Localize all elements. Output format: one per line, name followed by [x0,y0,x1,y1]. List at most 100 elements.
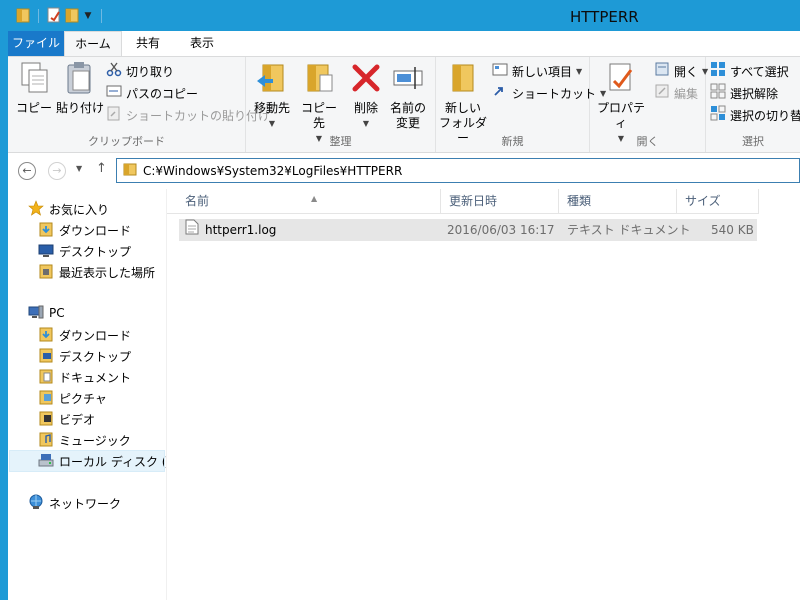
paste-shortcut-icon [106,105,122,127]
new-folder-icon [438,61,488,99]
select-none-button[interactable]: 選択解除 [710,83,779,105]
nav-pc-desktop[interactable]: デスクトップ [38,346,131,366]
header-divider [167,213,759,214]
ribbon: コピー 貼り付け 切り取り パスのコピー ショートカットの貼り付け クリップボー… [8,56,800,153]
delete-x-icon [350,61,382,99]
sort-ascending-icon: ▲ [311,194,318,203]
nav-label: ダウンロード [59,223,132,238]
invert-selection-button[interactable]: 選択の切り替え [710,105,800,127]
nav-fav-downloads[interactable]: ダウンロード [38,220,131,240]
tab-share[interactable]: 共有 [128,31,168,56]
nav-label: ローカル ディスク (C:) [59,454,184,469]
documents-folder-icon [38,368,54,387]
rename-label-1: 名前の [389,101,426,115]
copy-label: コピー [15,101,52,115]
videos-folder-icon [38,410,54,429]
nav-fav-desktop[interactable]: デスクトップ [38,241,131,261]
address-input[interactable] [143,163,743,178]
network-icon [28,494,44,513]
rename-label-2: 変更 [395,116,420,130]
select-all-icon [710,61,726,83]
edit-label: 編集 [674,87,699,101]
column-header-type[interactable]: 種類 [559,189,677,213]
move-to-label: 移動先 [253,101,290,115]
nav-fav-recent[interactable]: 最近表示した場所 [38,262,155,282]
open-button[interactable]: 開く ▼ [654,62,708,82]
address-bar[interactable] [116,158,800,183]
back-button[interactable]: ← [18,162,36,180]
tab-file[interactable]: ファイル [8,31,64,56]
file-name: httperr1.log [205,223,277,237]
paste-label: 貼り付け [56,101,105,115]
group-new: 新しい フォルダー 新しい項目 ▼ ショートカット ▼ 新規 [436,57,606,152]
select-none-label: 選択解除 [730,87,779,101]
nav-pc-documents[interactable]: ドキュメント [38,367,131,387]
paste-button[interactable]: 貼り付け [56,61,104,116]
table-row[interactable]: httperr1.log 2016/06/03 16:17 テキスト ドキュメン… [179,219,757,241]
scissors-icon [106,61,122,83]
dropdown-arrow-icon: ▼ [362,119,370,128]
nav-pc-music[interactable]: ミュージック [38,430,131,450]
column-header-modified[interactable]: 更新日時 [441,189,559,213]
nav-favorites[interactable]: お気に入り [28,199,109,219]
nav-label: PC [49,306,65,320]
column-header-name[interactable]: ▲ 名前 [177,189,441,213]
column-header-label: 種類 [567,194,592,208]
move-to-button[interactable]: 移動先 ▼ [250,61,294,131]
nav-pc-videos[interactable]: ビデオ [38,409,95,429]
properties-icon[interactable] [47,7,61,26]
up-arrow-icon[interactable]: ↑ [96,161,107,176]
nav-label: ビデオ [59,412,96,427]
rename-button[interactable]: 名前の 変更 [388,61,428,131]
file-list: ▲ 名前 更新日時 種類 サイズ httperr1.log 2016/06/03… [166,189,800,600]
column-header-size[interactable]: サイズ [677,189,759,213]
folder-icon [16,7,30,26]
group-open: プロパティ ▼ 開く ▼ 編集 開く [590,57,708,152]
edit-button[interactable]: 編集 [654,84,698,104]
new-folder-icon[interactable] [65,7,79,26]
dropdown-arrow-icon: ▼ [576,67,583,76]
download-folder-icon [38,221,54,240]
open-label: 開く [674,65,699,79]
text-file-icon [185,219,199,242]
back-arrow-icon: ← [22,164,32,177]
copy-path-icon [106,83,122,105]
file-size: 540 KB [711,223,754,237]
drive-icon [38,452,54,471]
new-item-button[interactable]: 新しい項目 ▼ [492,62,582,82]
delete-label: 削除 [353,101,378,115]
nav-label: デスクトップ [59,244,132,259]
nav-label: ミュージック [59,433,131,448]
nav-pc-downloads[interactable]: ダウンロード [38,325,131,345]
separator [101,9,102,23]
pc-icon [28,304,44,323]
window-title: HTTPERR [570,8,639,26]
select-none-icon [710,83,726,105]
copy-to-label: コピー先 [300,101,337,130]
quick-access-toolbar: ▼ [16,6,106,26]
cut-button[interactable]: 切り取り [106,62,174,82]
nav-network[interactable]: ネットワーク [28,493,121,513]
copy-path-button[interactable]: パスのコピー [106,84,198,104]
column-header-label: サイズ [685,194,721,208]
edit-icon [654,83,670,105]
group-label-clipboard: クリップボード [88,135,165,148]
nav-pc-local-disk[interactable]: ローカル ディスク (C:) [9,450,184,472]
delete-button[interactable]: 削除 ▼ [350,61,382,131]
nav-pc-pictures[interactable]: ピクチャ [38,388,107,408]
invert-selection-icon [710,105,726,127]
forward-button[interactable]: → [48,162,66,180]
tab-view[interactable]: 表示 [182,31,222,56]
invert-selection-label: 選択の切り替え [730,109,800,123]
cut-label: 切り取り [126,65,175,79]
copy-button[interactable]: コピー [14,61,54,116]
tab-home[interactable]: ホーム [64,31,122,56]
pictures-folder-icon [38,389,54,408]
customize-qat-icon[interactable]: ▼ [83,11,93,21]
nav-label: ネットワーク [49,496,122,511]
move-folder-icon [250,61,294,99]
nav-pc[interactable]: PC [28,303,65,323]
group-organize: 移動先 ▼ コピー先 ▼ 削除 ▼ 名前の 変更 整理 [246,57,436,152]
select-all-button[interactable]: すべて選択 [710,62,789,82]
recent-locations-icon[interactable]: ▼ [76,164,82,173]
